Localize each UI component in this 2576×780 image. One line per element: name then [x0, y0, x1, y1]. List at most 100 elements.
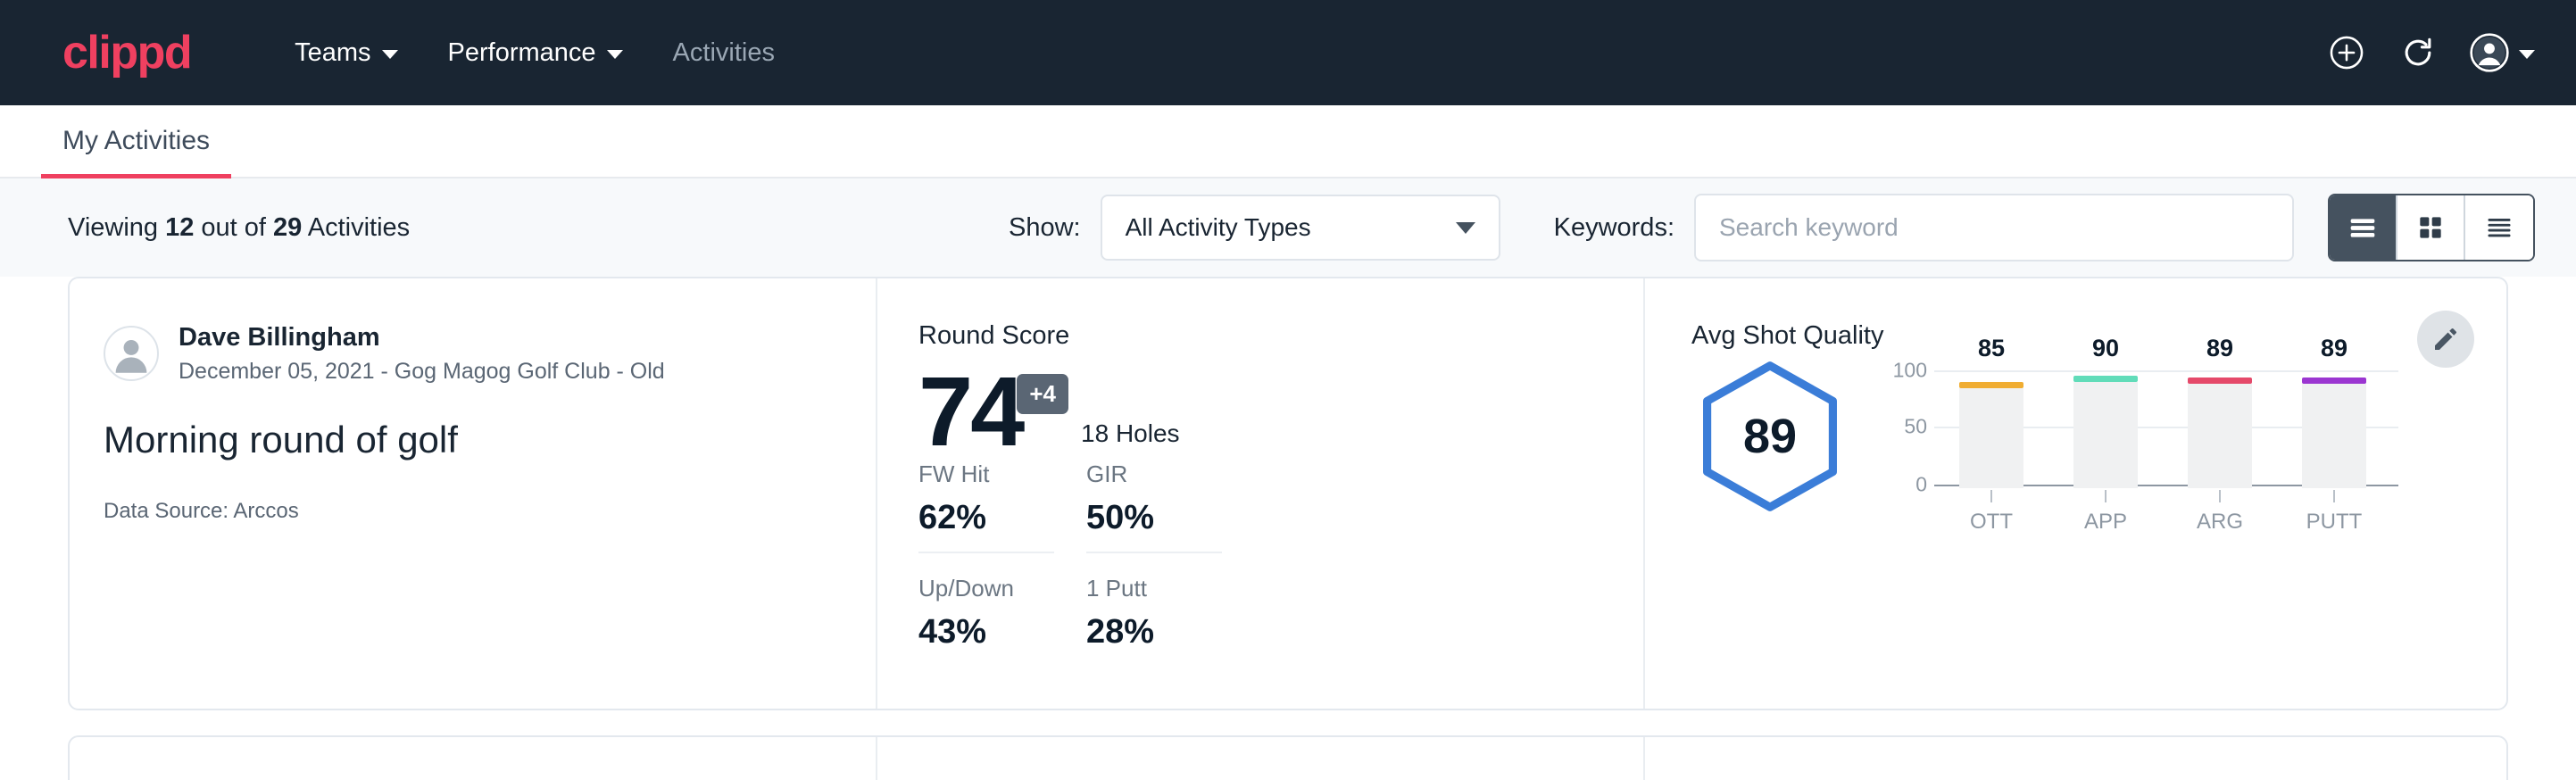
mini-bar-app-rect: [2073, 382, 2138, 488]
mini-bar-putt-rect: [2302, 384, 2366, 488]
activity-user-name: Dave Billingham: [179, 321, 665, 353]
nav-item-performance-label: Performance: [448, 38, 596, 68]
mini-bar-putt-cap: [2302, 378, 2366, 384]
tab-my-activities-label: My Activities: [62, 126, 210, 155]
round-score-row: 74 +4 18 Holes: [918, 370, 1276, 455]
tab-my-activities[interactable]: My Activities: [41, 126, 231, 178]
stat-gir-label: GIR: [1086, 461, 1222, 488]
x-tick: [1990, 490, 1992, 502]
activity-card[interactable]: Dave Billingham December 05, 2021 - Gog …: [68, 277, 2508, 710]
mini-bar-arg-value: 89: [2206, 335, 2233, 362]
avg-shot-quality-section: Avg Shot Quality 100 94: [1645, 737, 2506, 780]
nav-item-activities-label: Activities: [673, 38, 775, 68]
chevron-down-icon: [382, 50, 398, 59]
viewing-count-text: Viewing 12 out of 29 Activities: [68, 213, 410, 243]
y-tick-50: 50: [1904, 415, 1927, 439]
round-score-value: 74: [918, 370, 1022, 455]
primary-nav-links: Teams Performance Activities: [270, 26, 800, 80]
viewing-middle: out of: [194, 213, 273, 242]
mini-bar-ott-value: 85: [1978, 335, 2005, 362]
y-tick-100: 100: [1893, 359, 1927, 383]
shot-quality-mini-chart: 100 50 0 85: [1884, 358, 2391, 535]
stat-gir-value: 50%: [1086, 499, 1222, 537]
mini-bar-app-value: 90: [2092, 335, 2119, 362]
view-mode-toggle-group: [2328, 194, 2535, 261]
stat-one-putt-value: 28%: [1086, 613, 1222, 651]
y-tick-0: 0: [1915, 473, 1927, 497]
secondary-tab-bar: My Activities: [0, 105, 2576, 178]
activity-type-select[interactable]: All Activity Types: [1101, 195, 1500, 261]
avg-shot-quality-section: Avg Shot Quality 89 100 50 0: [1645, 278, 2506, 709]
nav-item-teams[interactable]: Teams: [270, 26, 422, 80]
x-tick: [2219, 490, 2221, 502]
avatar: [104, 326, 159, 381]
stat-fw-hit: FW Hit 62%: [918, 461, 1054, 553]
activity-meta: December 05, 2021 - Gog Magog Golf Club …: [179, 357, 665, 386]
filter-toolbar: Viewing 12 out of 29 Activities Show: Al…: [0, 178, 2576, 277]
activity-type-select-value: All Activity Types: [1126, 213, 1456, 242]
activity-user: Dave Billingham December 05, 2021 - Gog …: [104, 321, 849, 386]
mini-bar-ott-cap: [1959, 382, 2023, 388]
mini-chart-x-labels: OTT APP ARG PUTT: [1934, 488, 2391, 535]
x-tick: [2333, 490, 2335, 502]
stat-one-putt: 1 Putt 28%: [1086, 575, 1222, 666]
add-circle-icon[interactable]: [2326, 32, 2367, 73]
stat-up-down: Up/Down 43%: [918, 575, 1054, 666]
stat-fw-hit-label: FW Hit: [918, 461, 1054, 488]
mini-bar-arg-cap: [2188, 378, 2252, 384]
mini-chart-y-axis: 100 50 0: [1884, 370, 1934, 488]
activity-user-text: Dave Billingham December 05, 2021 - Gog …: [179, 321, 665, 386]
account-menu[interactable]: [2469, 32, 2535, 73]
top-navigation-bar: clippd Teams Performance Activities: [0, 0, 2576, 105]
filter-controls: Show: All Activity Types Keywords:: [1009, 194, 2535, 261]
chevron-down-icon: [607, 50, 623, 59]
activity-summary-section: Dave Billingham December 05, 2021 - Gog …: [70, 278, 877, 709]
round-score-section: Round Score FW Hit 43% GIR 56%: [877, 737, 1645, 780]
mini-chart-plot: 85 90: [1934, 370, 2391, 488]
viewing-prefix: Viewing: [68, 213, 165, 242]
activity-card-list: Dave Billingham December 05, 2021 - Gog …: [0, 277, 2576, 780]
stat-up-down-value: 43%: [918, 613, 1054, 651]
top-nav-actions: [2326, 32, 2535, 73]
account-circle-icon[interactable]: [2469, 32, 2510, 73]
nav-item-performance[interactable]: Performance: [423, 26, 648, 80]
viewing-count: 12: [165, 213, 194, 242]
mini-bar-ott: 85: [1934, 370, 2048, 488]
nav-item-activities[interactable]: Activities: [648, 26, 800, 80]
x-tick: [2105, 490, 2107, 502]
shot-quality-hexagon: 89: [1691, 358, 1849, 515]
stat-one-putt-label: 1 Putt: [1086, 575, 1222, 602]
mini-bar-putt-value: 89: [2321, 335, 2347, 362]
activity-summary-section: Dave Billingham October 16, 2021 - Gog M…: [70, 737, 877, 780]
nav-item-teams-label: Teams: [295, 38, 370, 68]
grid-view-button[interactable]: [2397, 195, 2465, 260]
round-holes: 18 Holes: [1081, 419, 1180, 455]
mini-bar-putt: 89: [2277, 370, 2391, 488]
shot-quality-value: 89: [1691, 358, 1849, 515]
brand-logo[interactable]: clippd: [62, 29, 191, 76]
list-view-button[interactable]: [2330, 195, 2397, 260]
detail-view-button[interactable]: [2465, 195, 2533, 260]
search-input[interactable]: [1694, 194, 2294, 261]
refresh-icon[interactable]: [2397, 32, 2439, 73]
keywords-label: Keywords:: [1554, 213, 1674, 243]
avg-shot-quality-body: 89 100 50 0 8: [1691, 358, 2506, 535]
mini-bar-arg-rect: [2188, 384, 2252, 488]
show-label: Show:: [1009, 213, 1081, 243]
round-score-label: Round Score: [918, 321, 1276, 351]
stat-up-down-label: Up/Down: [918, 575, 1054, 602]
viewing-suffix: Activities: [302, 213, 410, 242]
mini-bar-app-cap: [2073, 376, 2138, 382]
round-score-block: Round Score 74 +4 18 Holes: [918, 321, 1276, 455]
stat-fw-hit-value: 62%: [918, 499, 1054, 537]
viewing-total: 29: [273, 213, 302, 242]
activity-title: Morning round of golf: [104, 419, 849, 461]
round-score-delta-badge: +4: [1017, 374, 1068, 414]
mini-bar-ott-rect: [1959, 388, 2023, 488]
activity-card[interactable]: Dave Billingham October 16, 2021 - Gog M…: [68, 735, 2508, 780]
chevron-down-icon: [2519, 50, 2535, 59]
edit-activity-button[interactable]: [2417, 311, 2474, 368]
round-score-section: Round Score 74 +4 18 Holes FW Hit 62% GI…: [877, 278, 1645, 709]
chevron-down-icon: [1456, 222, 1475, 234]
mini-bar-arg: 89: [2163, 370, 2277, 488]
